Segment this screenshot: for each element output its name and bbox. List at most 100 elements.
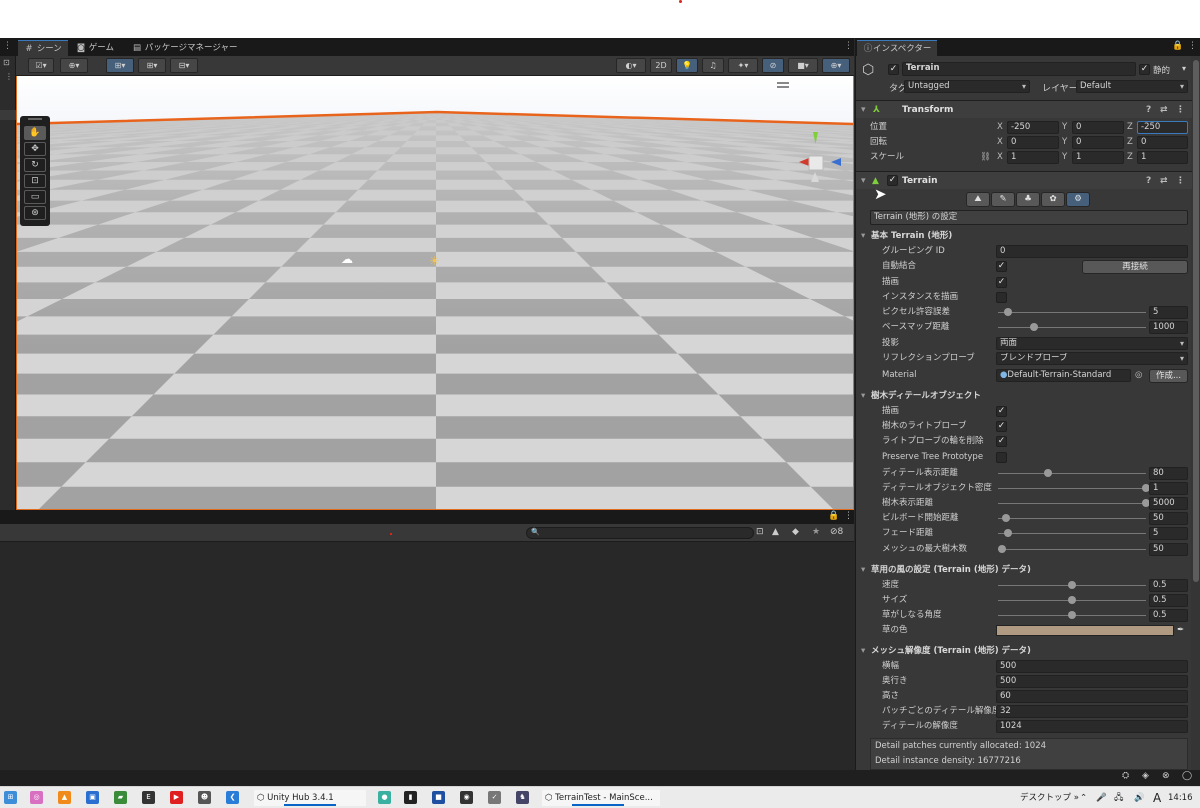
fade-knob[interactable] <box>1003 529 1012 537</box>
tree-detail-section[interactable]: ▾ 樹木ディテールオブジェクト <box>856 388 1192 404</box>
detail-density-slider[interactable] <box>998 488 1146 489</box>
billboard-knob[interactable] <box>1002 514 1011 522</box>
grouping-id-field[interactable]: 0 <box>996 245 1188 258</box>
hierarchy-icon[interactable]: ⊡ <box>756 527 764 537</box>
windows-icon[interactable]: ⊞ <box>4 791 17 804</box>
paint-details-icon[interactable]: ✿ <box>1041 192 1065 207</box>
youtube-icon[interactable]: ▶ <box>170 791 183 804</box>
basemap-field[interactable]: 1000 <box>1149 321 1188 334</box>
basemap-slider[interactable] <box>998 327 1146 328</box>
tag-dropdown[interactable]: Untagged <box>904 80 1030 93</box>
shadow-dropdown[interactable]: 両面 <box>996 337 1188 350</box>
size-field[interactable]: 0.5 <box>1149 594 1188 607</box>
hierarchy-icon[interactable]: ⊡ <box>3 58 10 67</box>
rect-tool-icon[interactable]: ▭ <box>24 190 46 204</box>
visibility-icon[interactable]: ⊘ <box>762 58 784 73</box>
account-icon[interactable]: ◯ <box>1182 771 1192 781</box>
hierarchy-row[interactable] <box>0 110 16 120</box>
max-mesh-trees-field[interactable]: 50 <box>1149 543 1188 556</box>
network-icon[interactable]: 🖧 <box>1114 790 1123 806</box>
vlc-icon[interactable]: ▲ <box>58 791 71 804</box>
bending-field[interactable]: 0.5 <box>1149 609 1188 622</box>
rotation-x-field[interactable]: 0 <box>1007 136 1059 149</box>
global-icon[interactable]: ⊕▾ <box>60 58 88 73</box>
more-icon[interactable]: ⋮ <box>1188 41 1197 51</box>
basemap-knob[interactable] <box>1029 323 1038 331</box>
size-knob[interactable] <box>1068 596 1076 604</box>
fade-slider[interactable] <box>998 533 1146 534</box>
paint-trees-icon[interactable]: ♣ <box>1016 192 1040 207</box>
draw-checkbox[interactable]: ✓ <box>996 277 1007 288</box>
epic-icon[interactable]: E <box>142 791 155 804</box>
more-icon[interactable]: ⋮ <box>1176 172 1185 190</box>
transform-tool-icon[interactable]: ⊛ <box>24 206 46 220</box>
scene-menu-icon[interactable]: ⋮ <box>844 41 853 51</box>
auto-connect-checkbox[interactable]: ✓ <box>996 261 1007 272</box>
active-checkbox[interactable]: ✓ <box>888 64 899 75</box>
link-icon[interactable]: ⛓ <box>980 150 991 165</box>
billboard-slider[interactable] <box>998 518 1146 519</box>
tree-dist-slider[interactable] <box>998 503 1146 504</box>
length-field[interactable]: 500 <box>996 675 1188 688</box>
app-icon[interactable]: ▣ <box>86 791 99 804</box>
menu-lines-icon[interactable] <box>777 82 789 84</box>
detail-dist-slider[interactable] <box>998 473 1146 474</box>
tab-package-manager[interactable]: ▤ パッケージマネージャー <box>126 40 243 56</box>
layers-icon[interactable]: ◈ <box>1142 771 1149 781</box>
2d-toggle-button[interactable]: 2D <box>650 58 672 73</box>
hidden-icon[interactable]: ⊘8 <box>830 527 843 537</box>
type-filter-icon[interactable]: ▲ <box>772 527 779 537</box>
rotation-z-field[interactable]: 0 <box>1137 136 1188 149</box>
collab-icon[interactable]: ⊗ <box>1162 771 1170 781</box>
detail-per-patch-field[interactable]: 32 <box>996 705 1188 718</box>
reconnect-button[interactable]: 再接続 <box>1082 260 1188 274</box>
camera-icon[interactable]: ■▾ <box>788 58 818 73</box>
terrain-settings-icon[interactable]: ⚙ <box>1066 192 1090 207</box>
detail-density-field[interactable]: 1 <box>1149 482 1188 495</box>
tab-game[interactable]: ◙ ゲーム <box>70 40 120 56</box>
clock[interactable]: 14:16 <box>1168 790 1193 806</box>
audio-icon[interactable]: ♫ <box>702 58 724 73</box>
max-mesh-trees-knob[interactable] <box>998 545 1006 553</box>
label-filter-icon[interactable]: ◆ <box>792 527 799 537</box>
static-checkbox[interactable]: ✓ <box>1139 64 1150 75</box>
nvidia-icon[interactable]: ▰ <box>114 791 127 804</box>
search-input[interactable]: 🔍 <box>526 527 754 539</box>
detail-dist-field[interactable]: 80 <box>1149 467 1188 480</box>
light-probe-ring-checkbox[interactable]: ✓ <box>996 436 1007 447</box>
lock-icon[interactable]: 🔒 <box>1172 41 1183 51</box>
app-icon[interactable]: ■ <box>432 791 445 804</box>
speed-knob[interactable] <box>1068 581 1076 589</box>
desktop-button[interactable]: デスクトップ » <box>1020 790 1079 806</box>
scale-z-field[interactable]: 1 <box>1137 151 1188 164</box>
object-name-field[interactable]: Terrain <box>902 62 1136 76</box>
fade-field[interactable]: 5 <box>1149 527 1188 540</box>
more-icon[interactable]: ⋮ <box>844 511 853 521</box>
pixel-error-slider[interactable] <box>998 312 1146 313</box>
raise-terrain-icon[interactable]: ⛰ <box>966 192 990 207</box>
star-icon[interactable]: ★ <box>812 527 820 537</box>
tree-dist-field[interactable]: 5000 <box>1149 497 1188 510</box>
volume-icon[interactable]: 🔊 <box>1134 790 1145 806</box>
steam-icon[interactable]: ◉ <box>460 791 473 804</box>
wind-section[interactable]: ▾ 草用の風の設定 (Terrain (地形) データ) <box>856 562 1192 578</box>
more-icon[interactable]: ⋮ <box>3 41 12 51</box>
scale-tool-icon[interactable]: ⊡ <box>24 174 46 188</box>
paint-terrain-icon[interactable]: ✎ <box>991 192 1015 207</box>
orientation-gizmo[interactable] <box>797 132 845 188</box>
drag-handle[interactable] <box>28 118 42 120</box>
move-tool-icon[interactable]: ✥ <box>24 142 46 156</box>
debug-icon[interactable]: ⛭ <box>1122 771 1129 781</box>
basic-terrain-section[interactable]: ▾ 基本 Terrain (地形) <box>856 228 1192 244</box>
grass-color-swatch[interactable] <box>996 625 1174 636</box>
help-icon[interactable]: ? <box>1146 172 1151 190</box>
speed-field[interactable]: 0.5 <box>1149 579 1188 592</box>
snap-increment-icon[interactable]: ⊞▾ <box>138 58 166 73</box>
width-field[interactable]: 500 <box>996 660 1188 673</box>
taskbar-unity-editor[interactable]: ⬡ TerrainTest - MainSce... <box>542 790 660 806</box>
position-x-field[interactable]: -250 <box>1007 121 1059 134</box>
tray-chevron-icon[interactable]: ⌃ <box>1080 790 1087 806</box>
help-icon[interactable]: ? <box>1146 101 1151 119</box>
chevron-down-icon[interactable]: ▾ <box>1182 64 1186 73</box>
app-icon[interactable]: ● <box>378 791 391 804</box>
